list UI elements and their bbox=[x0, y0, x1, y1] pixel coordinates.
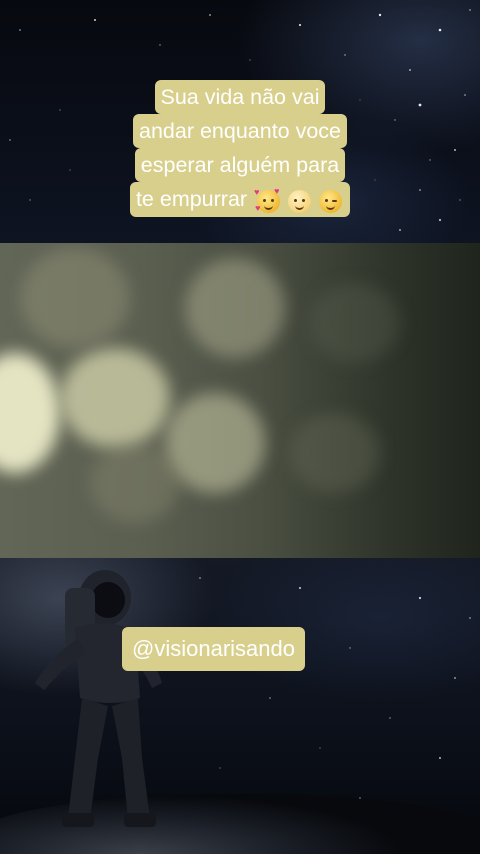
astronaut-scene bbox=[0, 558, 480, 854]
face-with-bandage-icon bbox=[288, 190, 312, 214]
astronaut-silhouette bbox=[35, 570, 162, 827]
winking-face-icon bbox=[319, 190, 343, 214]
caption-line: esperar alguém para bbox=[134, 148, 346, 182]
caption-line: andar enquanto voce bbox=[132, 114, 348, 148]
bokeh-light bbox=[60, 348, 170, 448]
creator-handle-label: @visionarisando bbox=[122, 627, 305, 671]
bokeh-light bbox=[185, 258, 285, 358]
caption-line: Sua vida não vai bbox=[154, 80, 326, 114]
bokeh-light bbox=[90, 443, 180, 523]
caption-line-with-emojis: te empurrar ♥ ♥ ♥ bbox=[129, 182, 351, 218]
bokeh-light bbox=[20, 248, 130, 348]
emoji-group: ♥ ♥ ♥ bbox=[254, 183, 344, 217]
caption-line: te empurrar bbox=[135, 187, 248, 211]
caption-text-box: Sua vida não vai andar enquanto voce esp… bbox=[95, 80, 385, 218]
smiling-face-with-hearts-icon: ♥ ♥ ♥ bbox=[254, 186, 281, 214]
bokeh-video-frame bbox=[0, 243, 480, 558]
bokeh-light bbox=[310, 283, 400, 363]
bokeh-light bbox=[0, 353, 60, 473]
bokeh-light bbox=[165, 393, 265, 493]
bokeh-light bbox=[290, 413, 380, 493]
